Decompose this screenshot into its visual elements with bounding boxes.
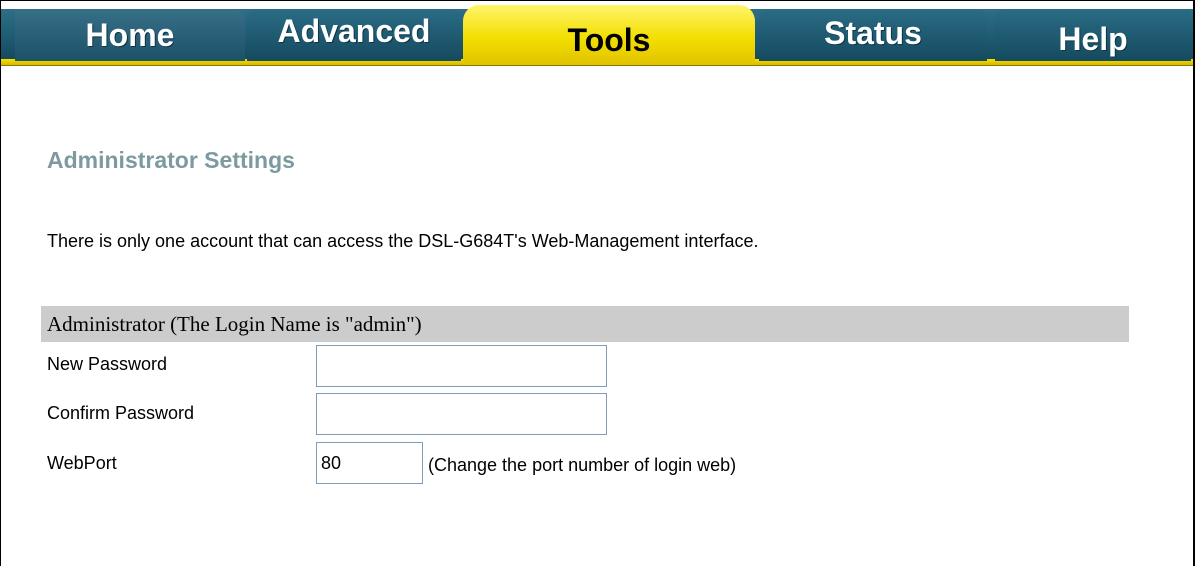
webport-label: WebPort bbox=[47, 453, 117, 473]
page-title: Administrator Settings bbox=[47, 147, 295, 173]
section-header: Administrator (The Login Name is "admin"… bbox=[41, 306, 1129, 342]
intro-text: There is only one account that can acces… bbox=[47, 231, 759, 251]
new-password-label: New Password bbox=[47, 354, 168, 374]
new-password-input[interactable] bbox=[316, 345, 607, 387]
webport-input[interactable] bbox=[316, 442, 423, 484]
tab-status[interactable]: Status bbox=[759, 9, 987, 61]
tab-help[interactable]: Help bbox=[995, 9, 1191, 61]
confirm-password-input[interactable] bbox=[316, 393, 607, 435]
tab-tools[interactable]: Tools bbox=[463, 5, 755, 65]
tab-home[interactable]: Home bbox=[15, 9, 245, 61]
webport-hint: (Change the port number of login web) bbox=[428, 455, 737, 475]
top-nav: Home Advanced Status Help Tools bbox=[1, 1, 1193, 75]
page-frame bbox=[0, 0, 1195, 566]
tab-advanced[interactable]: Advanced bbox=[247, 9, 461, 61]
confirm-password-label: Confirm Password bbox=[47, 403, 195, 423]
